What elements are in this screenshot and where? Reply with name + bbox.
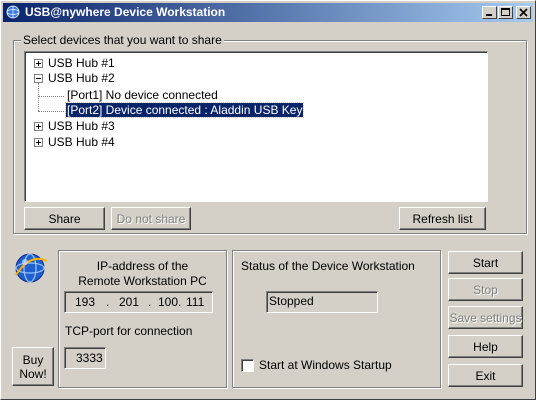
ip-address-field[interactable]: 193 . 201 . 100 . 111 bbox=[64, 291, 213, 313]
status-field: Stopped bbox=[266, 291, 378, 313]
maximize-icon bbox=[501, 8, 510, 16]
stop-button[interactable]: Stop bbox=[448, 278, 523, 301]
tree-item-hub-2[interactable]: USB Hub #2 bbox=[48, 71, 115, 85]
start-at-startup-checkbox[interactable] bbox=[241, 359, 254, 372]
tree-item-hub-4[interactable]: USB Hub #4 bbox=[48, 135, 115, 149]
ip-octet-2: 201 bbox=[119, 295, 140, 309]
buy-now-line-2: Now! bbox=[19, 366, 47, 381]
ip-panel-title-line-2: Remote Workstation PC bbox=[78, 274, 207, 288]
maximize-button[interactable] bbox=[498, 6, 513, 19]
ip-dot: . bbox=[106, 295, 110, 309]
refresh-list-button[interactable]: Refresh list bbox=[399, 207, 486, 230]
ip-dot: . bbox=[148, 295, 152, 309]
tcp-port-field[interactable]: 3333 bbox=[64, 347, 106, 369]
start-button[interactable]: Start bbox=[448, 251, 523, 274]
title-bar[interactable]: USB@nywhere Device Workstation bbox=[3, 3, 533, 22]
expand-toggle-hub-3[interactable] bbox=[34, 122, 43, 131]
collapse-toggle-hub-2[interactable] bbox=[34, 74, 43, 83]
do-not-share-button[interactable]: Do not share bbox=[111, 207, 191, 230]
device-tree[interactable]: USB Hub #1 USB Hub #2 [Port1] No device … bbox=[24, 51, 488, 202]
tree-connector-line bbox=[38, 83, 39, 111]
ip-octet-3: 100 bbox=[158, 295, 179, 309]
tree-item-hub-1[interactable]: USB Hub #1 bbox=[48, 56, 115, 70]
app-window: USB@nywhere Device Workstation Select de… bbox=[0, 0, 536, 400]
minimize-icon bbox=[486, 14, 492, 16]
minimize-button[interactable] bbox=[482, 6, 497, 19]
tree-item-hub-3[interactable]: USB Hub #3 bbox=[48, 119, 115, 133]
ip-dot: . bbox=[178, 295, 182, 309]
share-button[interactable]: Share bbox=[24, 207, 105, 230]
tree-connector-line bbox=[38, 111, 64, 112]
status-panel-title: Status of the Device Workstation bbox=[241, 259, 415, 273]
ip-octet-1: 193 bbox=[75, 295, 96, 309]
buy-now-line-1: Buy bbox=[22, 352, 44, 367]
close-icon bbox=[519, 8, 528, 17]
tcp-port-value: 3333 bbox=[76, 351, 103, 365]
save-settings-button[interactable]: Save settings bbox=[448, 306, 523, 329]
devices-group-legend: Select devices that you want to share bbox=[21, 33, 224, 47]
ip-octet-4: 111 bbox=[186, 295, 205, 309]
tree-item-port-1[interactable]: [Port1] No device connected bbox=[67, 88, 218, 102]
app-globe-icon bbox=[6, 5, 20, 19]
tree-connector-line bbox=[38, 96, 64, 97]
expand-toggle-hub-4[interactable] bbox=[34, 138, 43, 147]
window-title: USB@nywhere Device Workstation bbox=[25, 5, 226, 19]
expand-toggle-hub-1[interactable] bbox=[34, 59, 43, 68]
start-at-startup-label[interactable]: Start at Windows Startup bbox=[259, 358, 392, 372]
help-button[interactable]: Help bbox=[448, 335, 523, 358]
exit-button[interactable]: Exit bbox=[448, 364, 523, 387]
close-button[interactable] bbox=[516, 6, 531, 19]
tree-item-port-2-selected[interactable]: [Port2] Device connected : Aladdin USB K… bbox=[64, 102, 305, 118]
status-value: Stopped bbox=[269, 294, 314, 308]
globe-logo-icon bbox=[15, 253, 48, 283]
buy-now-button[interactable]: Buy Now! bbox=[12, 347, 54, 386]
tcp-port-label: TCP-port for connection bbox=[65, 324, 193, 338]
ip-panel-title-line-1: IP-address of the bbox=[96, 259, 189, 273]
